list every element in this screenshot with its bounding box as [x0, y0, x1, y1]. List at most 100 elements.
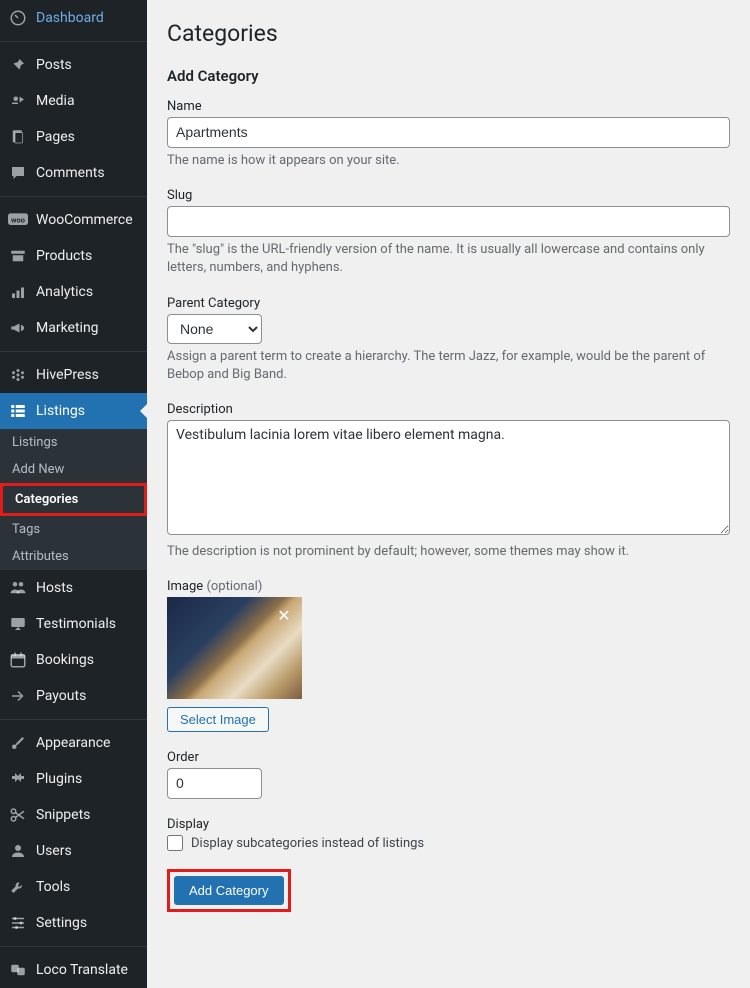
sidebar-item-hivepress[interactable]: HivePress: [0, 357, 147, 393]
image-optional: (optional): [206, 579, 262, 594]
image-label: Image (optional): [167, 579, 730, 594]
field-image: Image (optional) ✕ Select Image: [167, 579, 730, 732]
parent-select[interactable]: None: [167, 314, 262, 344]
hivepress-icon: [8, 365, 28, 385]
sidebar-item-label: Bookings: [36, 652, 94, 668]
media-icon: [8, 91, 28, 111]
sidebar-item-users[interactable]: Users: [0, 833, 147, 869]
sidebar-item-comments[interactable]: Comments: [0, 155, 147, 191]
wrench-icon: [8, 877, 28, 897]
section-title: Add Category: [167, 67, 730, 85]
sidebar-item-label: Payouts: [36, 688, 86, 704]
submenu-item-listings[interactable]: Listings: [0, 429, 147, 456]
display-checkbox-label: Display subcategories instead of listing…: [191, 836, 424, 851]
sidebar-item-payouts[interactable]: Payouts: [0, 678, 147, 714]
order-input[interactable]: [167, 768, 262, 799]
sidebar-item-label: HivePress: [36, 367, 99, 383]
submenu-item-add-new[interactable]: Add New: [0, 456, 147, 483]
description-help: The description is not prominent by defa…: [167, 543, 730, 561]
admin-sidebar: Dashboard Posts Media Pages Comments woo…: [0, 0, 147, 988]
hosts-icon: [8, 578, 28, 598]
sidebar-item-label: Listings: [36, 403, 85, 419]
description-label: Description: [167, 402, 730, 417]
plugin-icon: [8, 769, 28, 789]
sidebar-item-label: Posts: [36, 57, 72, 73]
sidebar-item-products[interactable]: Products: [0, 238, 147, 274]
sidebar-item-label: Users: [36, 843, 72, 859]
add-category-button[interactable]: Add Category: [174, 876, 284, 905]
submenu-item-categories[interactable]: Categories: [0, 483, 147, 516]
field-order: Order: [167, 750, 730, 799]
sidebar-item-marketing[interactable]: Marketing: [0, 310, 147, 346]
sidebar-item-pages[interactable]: Pages: [0, 119, 147, 155]
image-preview: ✕: [167, 597, 302, 699]
dashboard-icon: [8, 8, 28, 28]
field-display: Display Display subcategories instead of…: [167, 817, 730, 851]
sidebar-item-label: Plugins: [36, 771, 82, 787]
sidebar-item-hosts[interactable]: Hosts: [0, 570, 147, 606]
scissors-icon: [8, 805, 28, 825]
display-checkbox[interactable]: [167, 835, 183, 851]
sidebar-item-label: Loco Translate: [36, 962, 128, 978]
image-label-text: Image: [167, 579, 203, 594]
sidebar-item-label: Comments: [36, 165, 105, 181]
pin-icon: [8, 55, 28, 75]
close-icon[interactable]: ✕: [274, 605, 294, 625]
sidebar-item-settings[interactable]: Settings: [0, 905, 147, 941]
slug-input[interactable]: [167, 206, 730, 237]
sidebar-item-media[interactable]: Media: [0, 83, 147, 119]
sidebar-item-label: Hosts: [36, 580, 73, 596]
description-textarea[interactable]: Vestibulum lacinia lorem vitae libero el…: [167, 420, 730, 535]
sidebar-item-posts[interactable]: Posts: [0, 47, 147, 83]
sidebar-item-label: WooCommerce: [36, 212, 133, 228]
sidebar-item-woocommerce[interactable]: woo WooCommerce: [0, 202, 147, 238]
display-label: Display: [167, 817, 730, 832]
field-slug: Slug The "slug" is the URL-friendly vers…: [167, 188, 730, 277]
sidebar-item-bookings[interactable]: Bookings: [0, 642, 147, 678]
megaphone-icon: [8, 318, 28, 338]
sidebar-item-label: Testimonials: [36, 616, 116, 632]
sidebar-item-label: Marketing: [36, 320, 99, 336]
sidebar-item-loco-translate[interactable]: Loco Translate: [0, 952, 147, 988]
sidebar-item-dashboard[interactable]: Dashboard: [0, 0, 147, 36]
field-name: Name The name is how it appears on your …: [167, 99, 730, 170]
loco-icon: [8, 960, 28, 980]
sidebar-item-label: Media: [36, 93, 75, 109]
sidebar-item-label: Snippets: [36, 807, 90, 823]
sidebar-item-analytics[interactable]: Analytics: [0, 274, 147, 310]
select-image-button[interactable]: Select Image: [167, 707, 269, 732]
sidebar-item-appearance[interactable]: Appearance: [0, 725, 147, 761]
sidebar-item-testimonials[interactable]: Testimonials: [0, 606, 147, 642]
slug-label: Slug: [167, 188, 730, 203]
slug-help: The "slug" is the URL-friendly version o…: [167, 241, 730, 277]
sidebar-item-snippets[interactable]: Snippets: [0, 797, 147, 833]
page-title: Categories: [167, 20, 730, 47]
listings-submenu: Listings Add New Categories Tags Attribu…: [0, 429, 147, 570]
sidebar-item-plugins[interactable]: Plugins: [0, 761, 147, 797]
page-icon: [8, 127, 28, 147]
name-label: Name: [167, 99, 730, 114]
testimonial-icon: [8, 614, 28, 634]
parent-label: Parent Category: [167, 296, 730, 311]
payout-icon: [8, 686, 28, 706]
sidebar-item-listings[interactable]: Listings: [0, 393, 147, 429]
sidebar-item-label: Dashboard: [36, 10, 104, 26]
sidebar-item-label: Analytics: [36, 284, 93, 300]
sidebar-item-label: Tools: [36, 879, 70, 895]
sidebar-item-label: Products: [36, 248, 92, 264]
brush-icon: [8, 733, 28, 753]
analytics-icon: [8, 282, 28, 302]
comment-icon: [8, 163, 28, 183]
name-input[interactable]: [167, 117, 730, 148]
users-icon: [8, 841, 28, 861]
submenu-item-tags[interactable]: Tags: [0, 516, 147, 543]
sidebar-item-label: Settings: [36, 915, 87, 931]
woo-icon: woo: [8, 210, 28, 230]
archive-icon: [8, 246, 28, 266]
main-content: Categories Add Category Name The name is…: [147, 0, 750, 988]
submenu-item-attributes[interactable]: Attributes: [0, 543, 147, 570]
sidebar-item-tools[interactable]: Tools: [0, 869, 147, 905]
name-help: The name is how it appears on your site.: [167, 152, 730, 170]
submit-highlight: Add Category: [167, 869, 291, 912]
field-parent: Parent Category None Assign a parent ter…: [167, 296, 730, 384]
